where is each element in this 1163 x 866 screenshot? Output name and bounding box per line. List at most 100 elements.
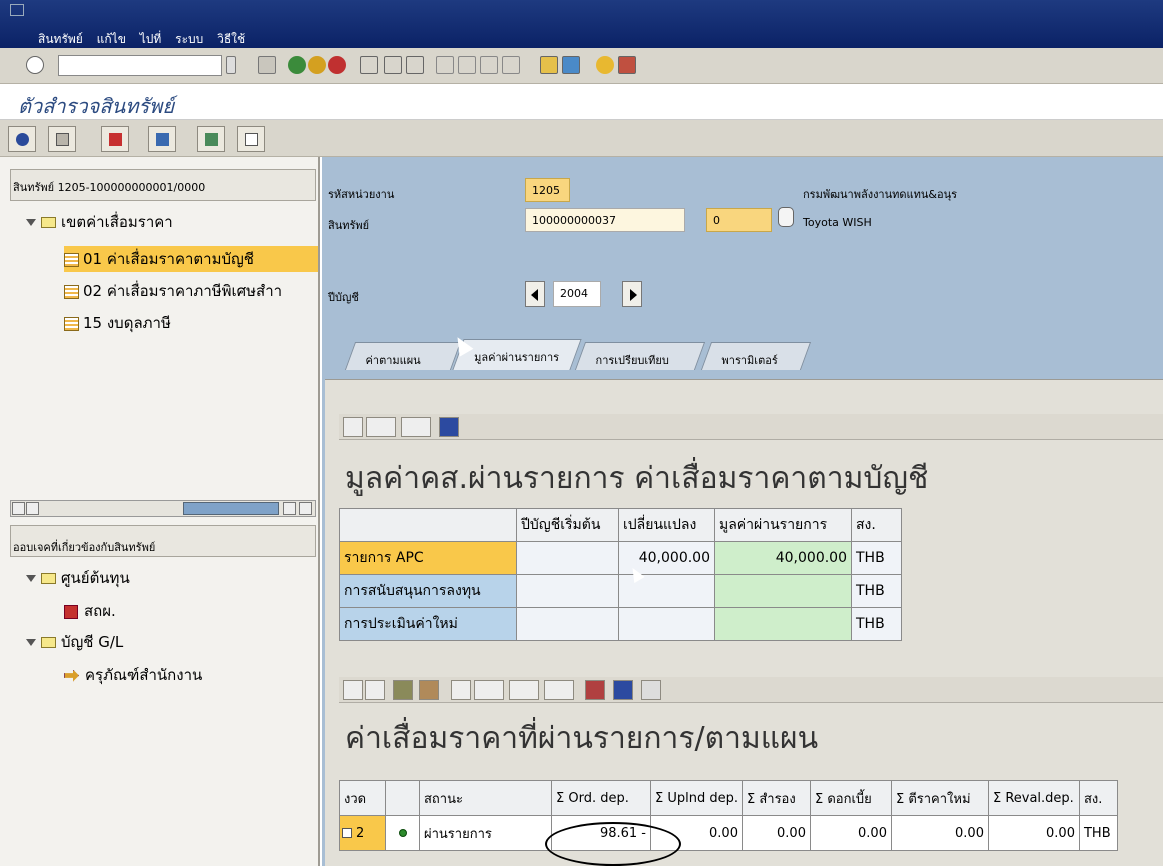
first-page-icon[interactable]	[436, 56, 454, 74]
cancel-icon[interactable]	[328, 56, 346, 74]
exit-icon[interactable]	[308, 56, 326, 74]
tree-label: 01 ค่าเสื่อมราคาตามบัญชี	[83, 250, 254, 268]
app-icon[interactable]	[10, 4, 24, 16]
scroll-right-icon[interactable]	[299, 502, 312, 515]
new-session-icon[interactable]	[540, 56, 558, 74]
expand-icon[interactable]	[26, 639, 36, 646]
cell-currency: THB	[1078, 815, 1118, 851]
asset-number-field[interactable]: 100000000037	[525, 208, 685, 232]
print-icon[interactable]	[451, 680, 471, 700]
company-code-field[interactable]: 1205	[525, 178, 570, 202]
find-icon[interactable]	[384, 56, 402, 74]
scrollbar-thumb[interactable]	[183, 502, 279, 515]
asset-subnumber-field[interactable]: 0	[706, 208, 772, 232]
tree-node-cost-center-item[interactable]: สถผ.	[64, 598, 116, 624]
column-header[interactable]: Σ ตีราคาใหม่	[890, 780, 989, 816]
enter-icon[interactable]	[26, 56, 44, 74]
expand-row-icon[interactable]	[342, 828, 352, 838]
column-header[interactable]: สง.	[851, 508, 902, 542]
back-icon[interactable]	[288, 56, 306, 74]
graphic-icon[interactable]	[585, 680, 605, 700]
subtotal-icon[interactable]	[419, 680, 439, 700]
column-header[interactable]: Σ Uplnd dep.	[650, 780, 743, 816]
company-code-label: รหัสหน่วยงาน	[328, 188, 395, 201]
customize-layout-icon[interactable]	[618, 56, 636, 74]
column-header[interactable]: สถานะ	[419, 780, 552, 816]
tree-node-book-depreciation[interactable]: 01 ค่าเสื่อมราคาตามบัญชี	[64, 246, 318, 272]
details-button[interactable]	[237, 126, 265, 152]
previous-year-button[interactable]	[525, 281, 545, 307]
tree-node-special-tax-depreciation[interactable]: 02 ค่าเสื่อมราคาภาษีพิเศษสำา	[64, 278, 318, 304]
views-icon[interactable]	[474, 680, 504, 700]
find-next-icon[interactable]	[406, 56, 424, 74]
cell-period[interactable]: 2	[339, 815, 386, 851]
scroll-right-icon[interactable]	[26, 502, 39, 515]
details-icon[interactable]	[343, 680, 363, 700]
column-header[interactable]: Σ สำรอง	[741, 780, 811, 816]
next-page-icon[interactable]	[480, 56, 498, 74]
menu-help[interactable]: วิธีใช้	[217, 32, 245, 46]
split-screen-button[interactable]	[148, 126, 176, 152]
layout-icon[interactable]	[544, 680, 574, 700]
command-dropdown-icon[interactable]	[226, 56, 236, 74]
expand-icon[interactable]	[26, 575, 36, 582]
print-icon[interactable]	[360, 56, 378, 74]
tab-planned-values[interactable]: ค่าตามแผน	[344, 342, 462, 370]
next-year-button[interactable]	[622, 281, 642, 307]
document-icon[interactable]	[641, 680, 661, 700]
column-header[interactable]: สง.	[1078, 780, 1118, 816]
export-icon[interactable]	[401, 417, 431, 437]
menu-system[interactable]: ระบบ	[175, 32, 203, 46]
table-row[interactable]: 2 ผ่านรายการ 98.61 - 0.00 0.00 0.00 0.00…	[339, 815, 1118, 851]
row-label[interactable]: การสนับสนุนการลงทุน	[339, 574, 517, 608]
column-header[interactable]: Σ ดอกเบี้ย	[809, 780, 892, 816]
cell-reserve: 0.00	[741, 815, 811, 851]
display-asset-button[interactable]	[48, 126, 76, 152]
menu-goto[interactable]: ไปที่	[140, 32, 162, 46]
column-header[interactable]: มูลค่าผ่านรายการ	[714, 508, 852, 542]
tree-node-tax-balance-sheet[interactable]: 15 งบดุลภาษี	[64, 310, 171, 336]
command-field[interactable]	[58, 55, 222, 76]
scroll-left-icon[interactable]	[283, 502, 296, 515]
column-header[interactable]: เปลี่ยนแปลง	[618, 508, 715, 542]
menu-edit[interactable]: แก้ไข	[97, 32, 126, 46]
column-header[interactable]: ปีบัญชีเริ่มต้น	[516, 508, 619, 542]
fiscal-year-field[interactable]: 2004	[553, 281, 601, 307]
last-page-icon[interactable]	[502, 56, 520, 74]
info-icon[interactable]	[439, 417, 459, 437]
table-row: การประเมินค่าใหม่ THB	[339, 607, 902, 641]
column-header[interactable]	[385, 780, 420, 816]
filter-icon[interactable]	[365, 680, 385, 700]
column-header[interactable]: งวด	[339, 780, 386, 816]
tab-posted-values[interactable]: มูลค่าผ่านรายการ	[452, 339, 582, 370]
tree-node-gl-accounts[interactable]: บัญชี G/L	[26, 629, 123, 655]
help-icon[interactable]	[596, 56, 614, 74]
horizontal-scrollbar[interactable]	[10, 500, 316, 517]
previous-page-icon[interactable]	[458, 56, 476, 74]
column-header[interactable]: Σ Reval.dep.	[987, 780, 1080, 816]
period-value: 2	[356, 825, 365, 841]
tab-comparisons[interactable]: การเปรียบเทียบ	[574, 342, 706, 370]
scroll-left-icon[interactable]	[12, 502, 25, 515]
tree-node-depreciation-areas[interactable]: เขตค่าเสื่อมราคา	[26, 209, 173, 235]
row-label[interactable]: รายการ APC	[339, 541, 517, 575]
overview-button[interactable]	[197, 126, 225, 152]
tab-parameters[interactable]: พารามิเตอร์	[700, 342, 812, 370]
save-icon[interactable]	[258, 56, 276, 74]
refresh-button[interactable]	[8, 126, 36, 152]
print-icon[interactable]	[343, 417, 363, 437]
shortcut-icon[interactable]	[562, 56, 580, 74]
views-icon[interactable]	[366, 417, 396, 437]
values-button[interactable]	[101, 126, 129, 152]
posted-values-table: ปีบัญชีเริ่มต้น เปลี่ยนแปลง มูลค่าผ่านรา…	[339, 508, 902, 641]
tree-node-office-equipment[interactable]: ครุภัณฑ์สำนักงาน	[64, 662, 202, 688]
sum-icon[interactable]	[393, 680, 413, 700]
export-icon[interactable]	[509, 680, 539, 700]
tree-node-cost-centers[interactable]: ศูนย์ต้นทุน	[26, 565, 130, 591]
asset-search-icon[interactable]	[778, 207, 794, 227]
expand-icon[interactable]	[26, 219, 36, 226]
info-icon[interactable]	[613, 680, 633, 700]
row-label[interactable]: การประเมินค่าใหม่	[339, 607, 517, 641]
menu-asset[interactable]: สินทรัพย์	[38, 32, 83, 46]
column-header[interactable]: Σ Ord. dep.	[551, 780, 651, 816]
